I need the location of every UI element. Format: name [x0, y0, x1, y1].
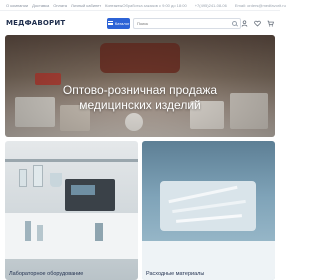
top-nav-delivery-link[interactable]: Доставка [32, 3, 49, 8]
top-nav-payment-link[interactable]: Оплата [53, 3, 67, 8]
category-card-label: Лабораторное оборудование [9, 271, 84, 277]
lab-tube [25, 221, 31, 241]
menu-icon [107, 21, 113, 25]
top-info: Обработка заказов с 9:00 до 18:00 +7(495… [122, 3, 285, 8]
lab-device [65, 179, 115, 211]
user-icon[interactable] [241, 20, 248, 27]
search-box [132, 17, 241, 29]
top-bar: О компании Доставка Оплата Личный кабине… [0, 0, 286, 11]
lab-flask [50, 173, 62, 187]
header: МЕДФАВОРИТ Каталог [0, 12, 280, 34]
lab-shelf [5, 159, 138, 162]
logo[interactable]: МЕДФАВОРИТ [6, 19, 65, 27]
cart-icon[interactable] [267, 20, 274, 27]
category-card-laboratory[interactable]: Лабораторное оборудование [5, 141, 138, 280]
catalog-button[interactable]: Каталог [107, 17, 130, 29]
top-nav: О компании Доставка Оплата Личный кабине… [6, 3, 122, 8]
lab-bottle [33, 165, 43, 187]
lab-bottle [19, 169, 27, 187]
top-nav-about-link[interactable]: О компании [6, 3, 28, 8]
search-input[interactable] [136, 20, 230, 26]
search-icon[interactable] [232, 20, 237, 26]
email-link[interactable]: Email: orders@medfavorit.ru [235, 3, 286, 8]
catalog-button-label: Каталог [114, 20, 130, 26]
category-card-label: Расходные материалы [146, 271, 205, 277]
working-hours: Обработка заказов с 9:00 до 18:00 [122, 2, 187, 8]
lab-device-screen [71, 185, 95, 195]
hero-title: Оптово-розничная продажа медицинских изд… [62, 83, 218, 112]
top-nav-account-link[interactable]: Личный кабинет [71, 3, 101, 8]
phone-link[interactable]: +7(495)241-08-06 [195, 3, 227, 8]
lab-tube [95, 223, 103, 241]
hero-banner[interactable]: Оптово-розничная продажа медицинских изд… [5, 35, 275, 137]
heart-icon[interactable] [254, 20, 261, 27]
category-card-consumables[interactable]: Расходные материалы [142, 141, 275, 280]
lab-tube [37, 225, 43, 241]
header-icons [241, 20, 274, 27]
top-nav-contacts-link[interactable]: Контакты [105, 3, 122, 8]
